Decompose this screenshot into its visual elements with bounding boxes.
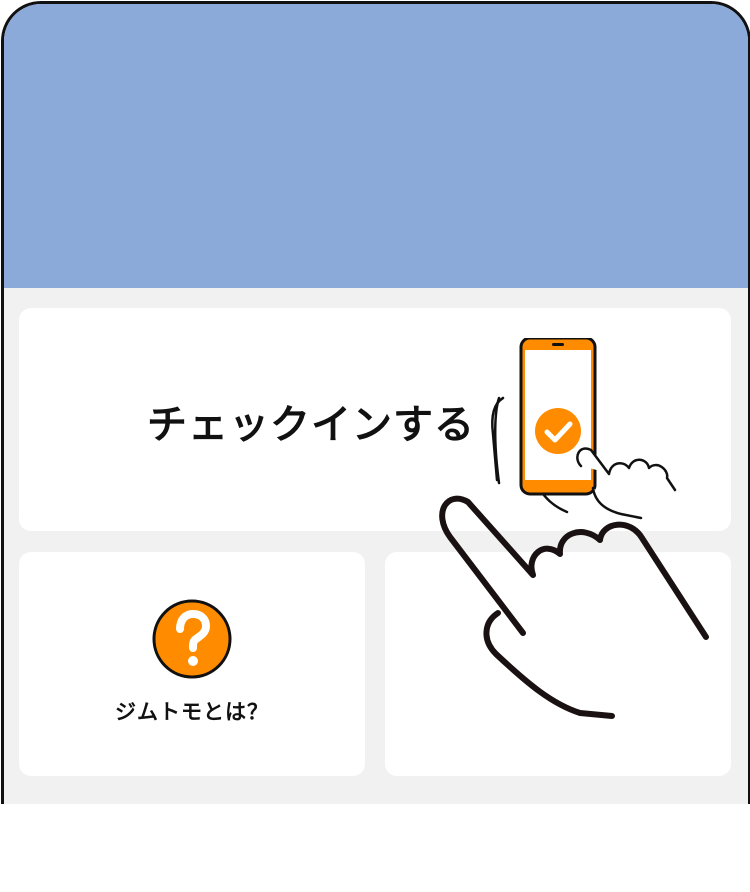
phone-frame: チェックインする ジムトモとは？ [1, 1, 750, 804]
question-icon [152, 599, 232, 679]
checkin-label: チェックインする [147, 402, 475, 448]
menu-card[interactable] [385, 552, 731, 776]
about-button[interactable]: ジムトモとは？ [19, 552, 365, 776]
header-banner [4, 4, 748, 288]
about-label: ジムトモとは？ [115, 700, 269, 724]
checkin-button[interactable]: チェックインする [19, 308, 731, 531]
menu-grid: チェックインする ジムトモとは？ [4, 288, 748, 804]
phone-checkmark-icon [491, 338, 677, 520]
